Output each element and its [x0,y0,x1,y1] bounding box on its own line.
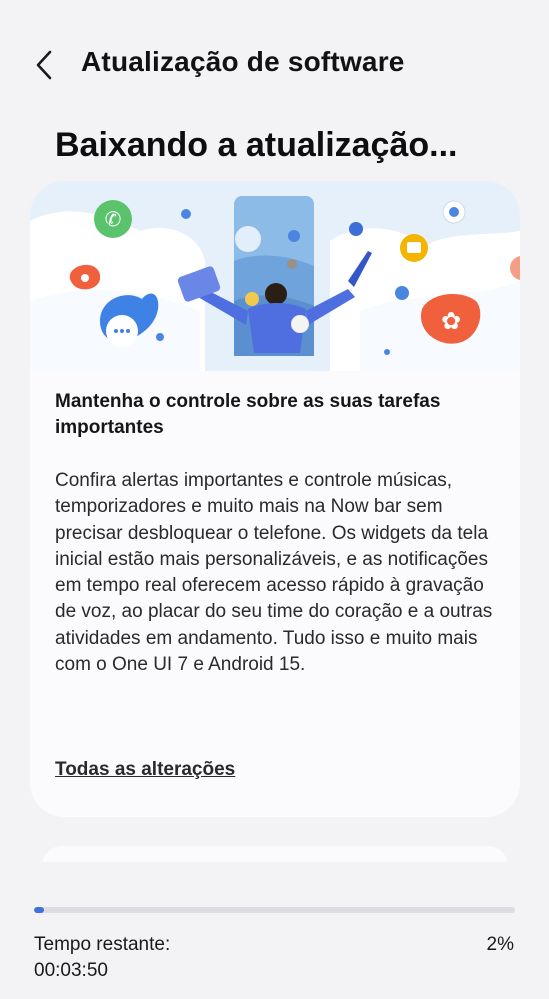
header-title: Atualização de software [81,46,405,77]
card-body-text: Confira alertas importantes e controle m… [55,470,493,676]
app-header: Atualização de software [0,0,549,130]
hero-illustration: ✆ ✿ [30,181,520,371]
back-button[interactable] [28,44,68,88]
download-progress-fill [34,907,44,913]
card-heading: Mantenha o controle sobre as suas tarefa… [55,391,441,438]
all-changes-link[interactable]: Todas as alterações [55,759,235,781]
time-remaining-label: Tempo restante: [34,934,171,955]
bottom-panel-background [0,862,549,902]
time-remaining-value: 00:03:50 [34,960,108,981]
progress-percent: 2% [486,934,514,955]
svg-text:✆: ✆ [105,207,122,231]
download-progress-bar [34,907,515,913]
update-info-card: ✆ ✿ Mantenha o controle sobre as suas ta… [30,181,520,817]
svg-text:✿: ✿ [441,307,461,335]
chevron-left-icon [36,50,52,80]
page-title: Baixando a atualização... [55,126,458,164]
